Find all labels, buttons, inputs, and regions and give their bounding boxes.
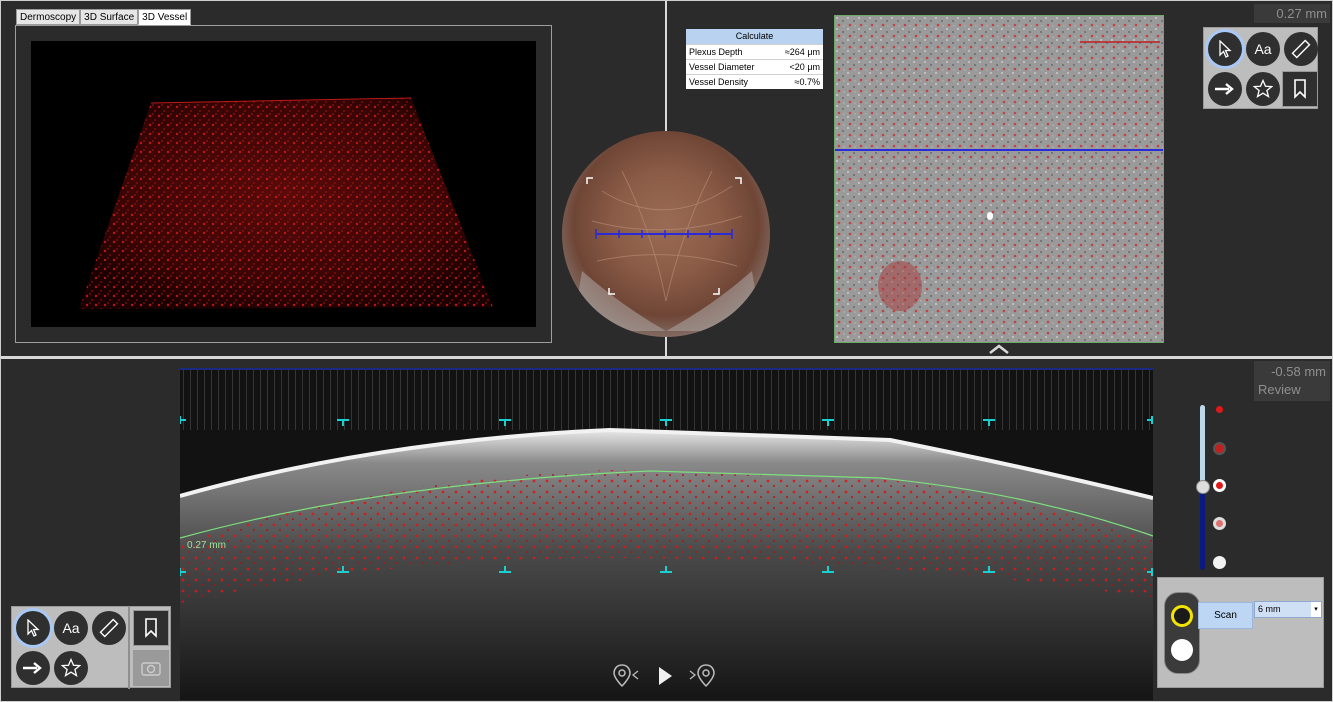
pointer-tool-button[interactable]	[1208, 32, 1242, 66]
bookmark-tool-button[interactable]	[1282, 71, 1318, 107]
calculate-table: Calculate Plexus Depth ≈264 μm Vessel Di…	[686, 29, 823, 89]
pointer-tool-button-bottom[interactable]	[16, 611, 50, 645]
vessel-density-value: ≈0.7%	[794, 77, 820, 87]
bscan-graphic	[180, 368, 1153, 700]
text-tool-button[interactable]: Aa	[1246, 32, 1280, 66]
play-icon[interactable]	[659, 667, 672, 685]
dermoscopy-image[interactable]	[562, 131, 770, 337]
star-tool-button-bottom[interactable]	[54, 651, 88, 685]
depth-readout-top: 0.27 mm	[1254, 4, 1330, 23]
scan-size-select[interactable]: 6 mm ▾	[1254, 601, 1322, 618]
camera-icon	[141, 662, 161, 676]
plexus-depth-label: Plexus Depth	[689, 47, 743, 57]
depth-readout-value: -0.58 mm	[1271, 364, 1326, 379]
tab-3d-surface[interactable]: 3D Surface	[80, 9, 139, 25]
vessel-volume-graphic	[79, 97, 493, 309]
dermoscopy-graphic	[572, 170, 762, 331]
vessel-density-label: Vessel Density	[689, 77, 749, 87]
ruler-tool-button-bottom[interactable]	[92, 611, 126, 645]
chevron-up-icon[interactable]	[988, 343, 1010, 355]
bookmark-icon	[145, 618, 157, 638]
chevron-down-icon: ▾	[1311, 602, 1321, 617]
oct-viewer-app: Dermoscopy 3D Surface 3D Vessel Calculat…	[0, 0, 1333, 702]
plexus-depth-row: Plexus Depth ≈264 μm	[686, 44, 823, 59]
tab-dermoscopy[interactable]: Dermoscopy	[16, 9, 81, 25]
layer-dot-2[interactable]	[1213, 442, 1226, 455]
vessel-diameter-value: <20 μm	[789, 62, 820, 72]
scan-size-value: 6 mm	[1258, 604, 1281, 614]
scan-mode-live[interactable]	[1171, 605, 1193, 627]
annotation-toolbar-bottom: Aa	[11, 606, 171, 689]
depth-slider-thumb[interactable]	[1196, 480, 1210, 494]
enface-image[interactable]	[834, 15, 1164, 343]
next-marker-icon[interactable]	[689, 664, 715, 688]
arrow-icon	[1215, 83, 1234, 95]
calculate-button[interactable]: Calculate	[686, 29, 823, 44]
ruler-tool-button[interactable]	[1284, 32, 1318, 66]
layer-dot-5[interactable]	[1213, 556, 1226, 569]
playback-controls	[613, 664, 715, 688]
view-tabs: Dermoscopy 3D Surface 3D Vessel	[16, 9, 192, 25]
text-icon: Aa	[62, 620, 80, 636]
bscan-image[interactable]: 0.27 mm	[180, 368, 1153, 700]
arrow-tool-button[interactable]	[1208, 72, 1242, 106]
layer-dot-3[interactable]	[1213, 479, 1226, 492]
vessel-diameter-label: Vessel Diameter	[689, 62, 755, 72]
scan-button[interactable]: Scan	[1198, 602, 1253, 629]
depth-readout-bottom: -0.58 mm Review	[1254, 361, 1330, 401]
horizontal-divider[interactable]	[0, 356, 1333, 359]
arrow-tool-button-bottom[interactable]	[16, 651, 50, 685]
star-icon	[1253, 79, 1273, 99]
text-tool-button-bottom[interactable]: Aa	[54, 611, 88, 645]
star-icon	[61, 658, 81, 678]
toolbar-separator	[128, 607, 130, 689]
bookmark-tool-button-bottom[interactable]	[133, 610, 169, 646]
scan-mode-toggle[interactable]	[1164, 592, 1200, 674]
3d-vessel-render[interactable]	[31, 41, 536, 327]
scan-control-panel: Scan 6 mm ▾	[1157, 577, 1324, 688]
layer-depth-label: 0.27 mm	[187, 540, 226, 551]
annotation-toolbar-top: Aa	[1203, 27, 1318, 109]
arrow-icon	[23, 662, 42, 674]
vessel-density-row: Vessel Density ≈0.7%	[686, 74, 823, 89]
ruler-icon	[1291, 39, 1311, 59]
ruler-icon	[99, 618, 119, 638]
star-tool-button[interactable]	[1246, 72, 1280, 106]
pointer-icon	[27, 619, 40, 637]
pointer-icon	[1219, 40, 1232, 58]
text-icon: Aa	[1254, 41, 1272, 57]
vessel-diameter-row: Vessel Diameter <20 μm	[686, 59, 823, 74]
tab-3d-vessel[interactable]: 3D Vessel	[138, 9, 192, 25]
prev-marker-icon[interactable]	[613, 664, 639, 688]
enface-texture	[835, 16, 1163, 342]
plexus-depth-value: ≈264 μm	[784, 47, 820, 57]
bookmark-icon	[1294, 79, 1306, 99]
layer-dot-4[interactable]	[1213, 517, 1226, 530]
scan-position-line[interactable]	[835, 149, 1163, 151]
review-label: Review	[1258, 382, 1301, 397]
capture-tool-button-disabled[interactable]	[133, 650, 169, 686]
layer-dot-1[interactable]	[1216, 406, 1223, 413]
scan-mode-still[interactable]	[1171, 639, 1193, 661]
